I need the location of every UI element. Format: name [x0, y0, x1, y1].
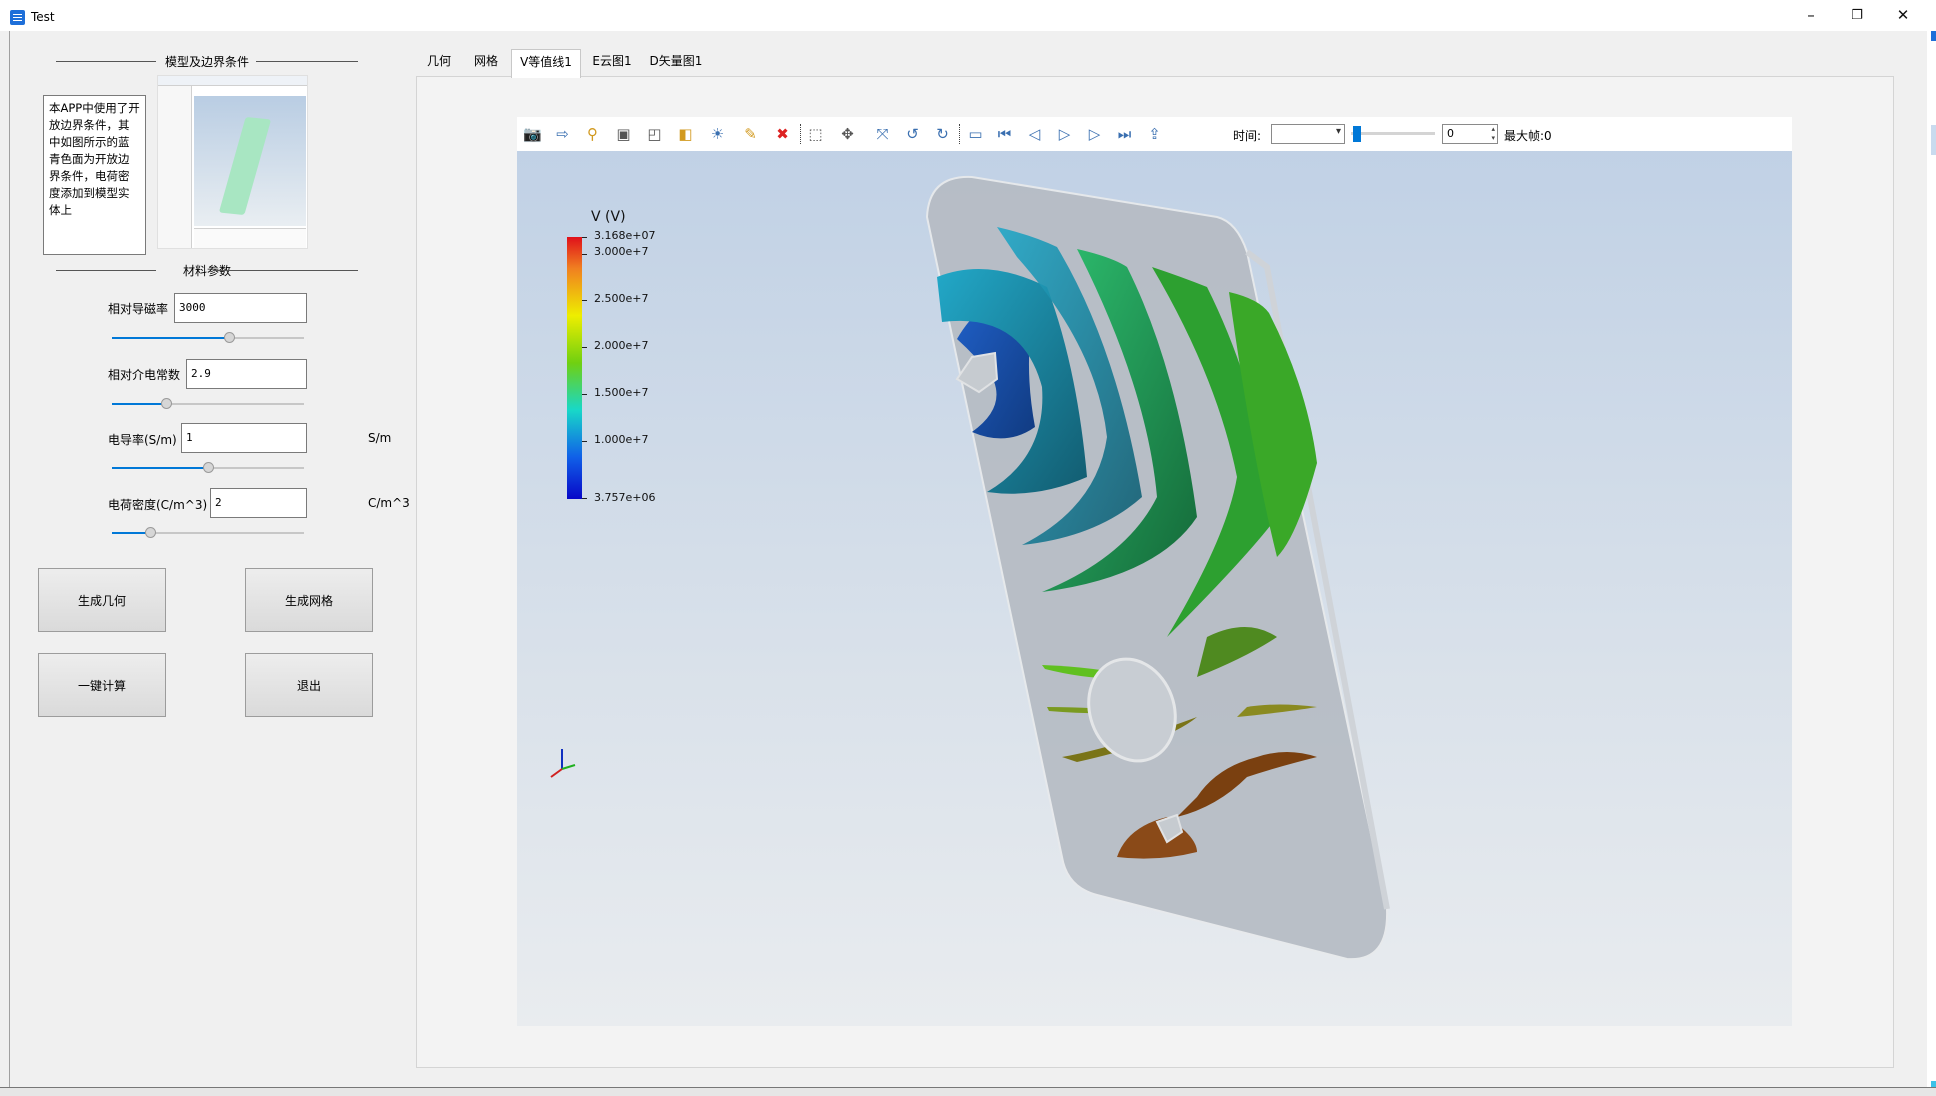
tab-d-vector[interactable]: D矢量图1	[644, 49, 708, 76]
axes-triad-icon	[550, 749, 576, 778]
description-text: 本APP中使用了开放边界条件，其中如图所示的蓝青色面为开放边界条件，电荷密度添加…	[43, 95, 146, 255]
close-button[interactable]: ✕	[1880, 0, 1926, 31]
conductivity-slider[interactable]	[112, 461, 304, 475]
tab-mesh[interactable]: 网格	[462, 49, 510, 76]
window-title: Test	[31, 10, 55, 24]
conductivity-label: 电导率(S/m)	[108, 433, 177, 447]
permeability-input[interactable]: 3000	[174, 293, 307, 323]
window-right-edge	[1927, 31, 1936, 1096]
tab-geometry[interactable]: 几何	[416, 49, 462, 76]
generate-mesh-button[interactable]: 生成网格	[245, 568, 373, 632]
tab-v-contour[interactable]: V等值线1	[511, 49, 581, 78]
generate-geometry-button[interactable]: 生成几何	[38, 568, 166, 632]
material-group-header: 材料参数	[56, 262, 358, 278]
conductivity-unit: S/m	[368, 431, 392, 445]
conductivity-input[interactable]: 1	[181, 423, 307, 453]
title-bar: Test – ❐ ✕	[0, 0, 1936, 31]
charge-density-slider[interactable]	[112, 526, 304, 540]
compute-button[interactable]: 一键计算	[38, 653, 166, 717]
app-icon	[10, 10, 25, 25]
permittivity-label: 相对介电常数	[108, 368, 181, 382]
permittivity-input[interactable]: 2.9	[186, 359, 307, 389]
3d-viewport[interactable]: 📷 ⇨ ⚲ ▣ ◰ ◧ ☀ ✎ ✖ ⬚ ✥ ⤧ ↺ ↻ ▭ ⏮ ◁ ▷ ▷ ⏭ …	[517, 117, 1792, 1026]
exit-button[interactable]: 退出	[245, 653, 373, 717]
taskbar-edge	[0, 1087, 1936, 1096]
permittivity-slider[interactable]	[112, 397, 304, 411]
permeability-label: 相对导磁率	[108, 302, 169, 316]
charge-density-input[interactable]: 2	[210, 488, 307, 518]
model-preview-image	[157, 75, 308, 249]
permeability-slider[interactable]	[112, 331, 304, 345]
restore-button[interactable]: ❐	[1834, 0, 1880, 31]
model-group-header: 模型及边界条件	[56, 53, 358, 69]
charge-density-label: 电荷密度(C/m^3)	[108, 498, 208, 512]
minimize-button[interactable]: –	[1788, 0, 1834, 31]
model-render	[550, 175, 1390, 961]
tab-e-cloud[interactable]: E云图1	[582, 49, 642, 76]
charge-density-unit: C/m^3	[368, 496, 410, 510]
